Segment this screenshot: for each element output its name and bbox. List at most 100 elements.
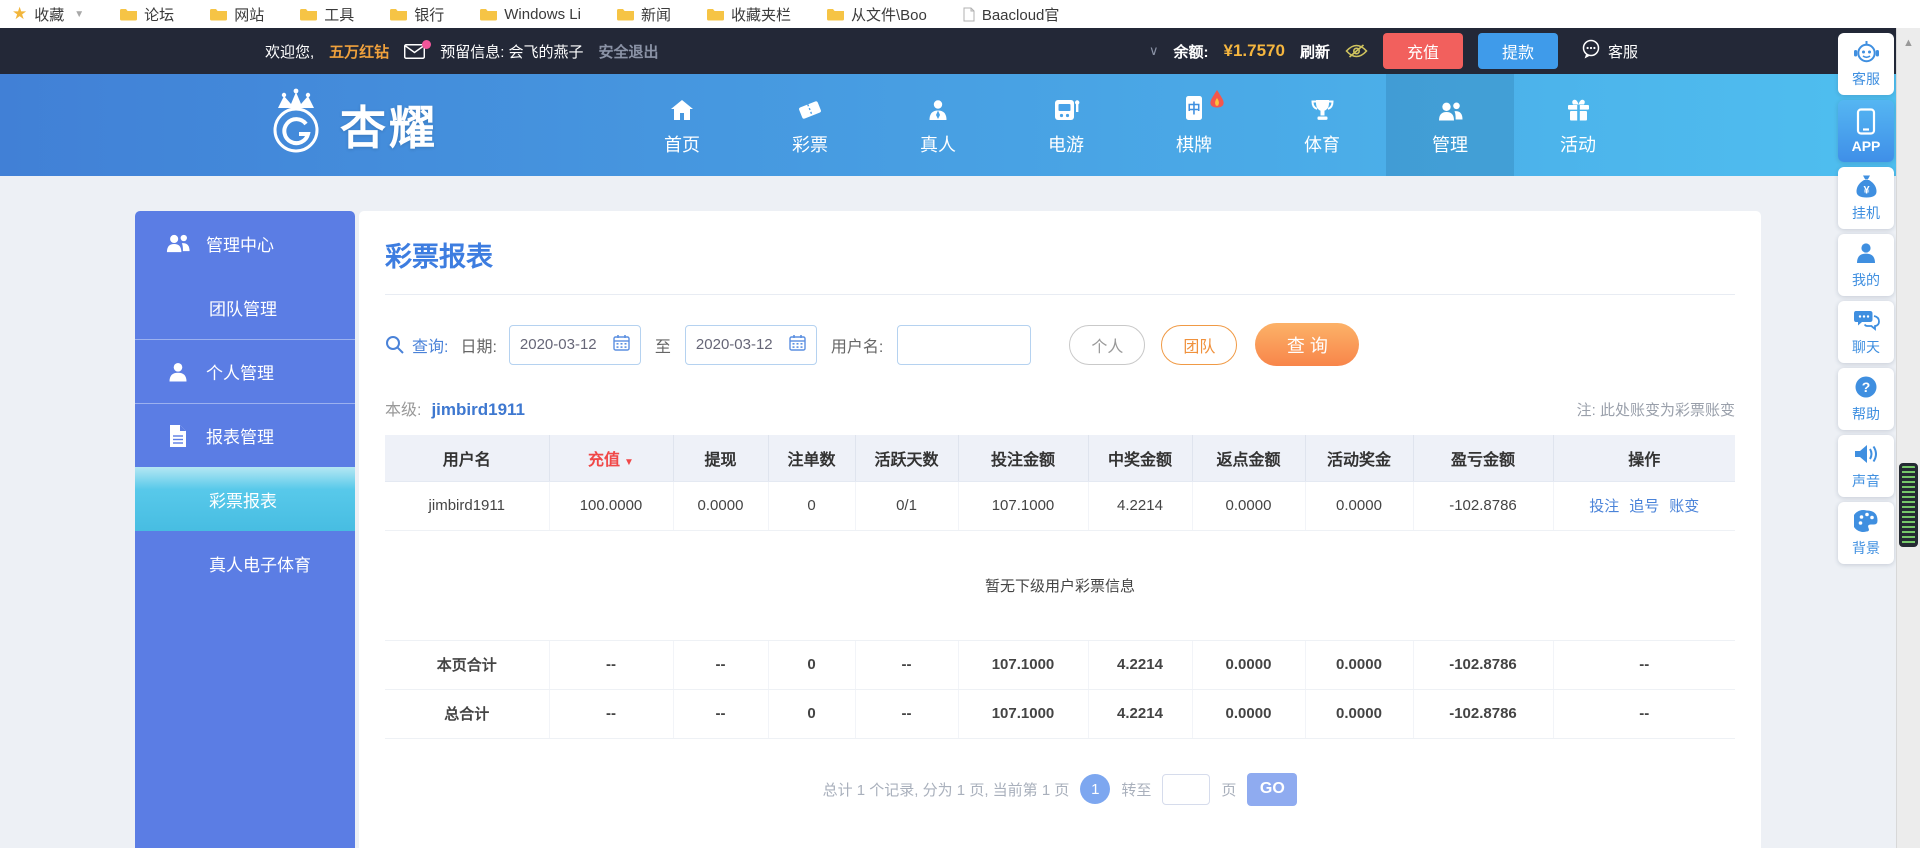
scroll-up-icon[interactable]: ▲ — [1897, 37, 1920, 49]
chevron-down-icon[interactable]: ▼ — [74, 9, 84, 20]
nav-item-board[interactable]: 中棋牌 — [1130, 74, 1258, 176]
phone-icon — [1856, 107, 1876, 135]
table-header-label: 返点金额 — [1216, 451, 1281, 469]
nav-item-sports[interactable]: 体育 — [1258, 74, 1386, 176]
nav-item-egame[interactable]: 电游 — [1002, 74, 1130, 176]
team-icon — [165, 232, 191, 254]
chat-bubble-icon — [1581, 39, 1601, 63]
total-label-cell: 本页合计 — [385, 640, 549, 690]
nav-item-lottery[interactable]: 彩票 — [746, 74, 874, 176]
bookmark-item[interactable]: Windows Li — [480, 6, 581, 23]
table-header-0: 用户名 — [385, 435, 549, 482]
nav-item-home[interactable]: 首页 — [618, 74, 746, 176]
float-button-label: APP — [1851, 138, 1881, 154]
envelope-icon[interactable] — [404, 39, 432, 59]
table-cell: 0 — [767, 689, 855, 739]
table-header-label: 提现 — [704, 451, 737, 469]
customer-service-link[interactable]: 客服 — [1581, 39, 1638, 63]
page-number-button[interactable]: 1 — [1080, 774, 1111, 804]
sidebar-item-team-manage[interactable]: 团队管理 — [135, 275, 355, 339]
eye-slash-icon[interactable] — [1345, 43, 1368, 59]
calendar-icon — [789, 334, 806, 355]
table-cell: 107.1000 — [957, 640, 1088, 690]
nav-item-label: 棋牌 — [1176, 134, 1212, 155]
action-link[interactable]: 追号 — [1629, 498, 1659, 515]
table-cell: 0.0000 — [672, 481, 768, 531]
float-button-mine[interactable]: 我的 — [1838, 234, 1894, 296]
sidebar-item-personal-manage[interactable]: 个人管理 — [135, 339, 355, 403]
bookmark-item[interactable]: 论坛 — [120, 4, 174, 25]
float-button-chat[interactable]: 聊天 — [1838, 301, 1894, 363]
nav-item-label: 真人 — [920, 134, 956, 155]
personal-filter-button[interactable]: 个人 — [1069, 324, 1146, 365]
search-icon — [385, 335, 404, 354]
search-button[interactable]: 查 询 — [1255, 323, 1360, 366]
sidebar-item-label: 彩票报表 — [209, 491, 277, 511]
float-button-label: 帮助 — [1852, 406, 1880, 422]
table-header-4: 活跃天数 — [854, 435, 958, 482]
username-input[interactable] — [897, 324, 1032, 365]
sidebar-item-live-esports[interactable]: 真人电子体育 — [135, 531, 355, 595]
bookmark-item-baacloud[interactable]: Baacloud官 — [963, 4, 1059, 25]
float-button-hangup[interactable]: ¥ 挂机 — [1838, 167, 1894, 229]
goto-page-input[interactable] — [1162, 773, 1211, 805]
table-header-5: 投注金额 — [957, 435, 1088, 482]
table-cell: 0.0000 — [1304, 689, 1413, 739]
bookmark-favorites[interactable]: ★ 收藏 — [12, 4, 64, 25]
recharge-button[interactable]: 充值 — [1382, 33, 1463, 69]
site-logo[interactable]: 杏耀 — [260, 86, 438, 163]
page-title: 彩票报表 — [385, 242, 493, 272]
table-cell: -- — [854, 689, 958, 739]
float-button-service[interactable]: 客服 — [1838, 33, 1894, 95]
balance-value: ¥1.7570 — [1223, 41, 1285, 60]
scrollbar-thumb[interactable] — [1899, 463, 1918, 547]
sidebar-item-report-manage[interactable]: 报表管理 — [135, 403, 355, 467]
withdraw-button[interactable]: 提款 — [1477, 33, 1558, 69]
nav-item-activity[interactable]: 活动 — [1514, 74, 1642, 176]
float-button-app[interactable]: APP — [1838, 100, 1894, 162]
table-header-label: 活动奖金 — [1326, 451, 1391, 469]
logout-link[interactable]: 安全退出 — [599, 41, 659, 62]
go-button[interactable]: GO — [1247, 772, 1298, 806]
table-header-row: 用户名 充值 ▼ 提现 注单数 活跃天数 投注金额 中奖金额 返点金额 活动奖金 盈亏金额 操作 — [385, 435, 1735, 482]
float-button-background[interactable]: 背景 — [1838, 502, 1894, 564]
bookmark-item[interactable]: 从文件\Boo — [826, 4, 927, 25]
bookmark-item[interactable]: 银行 — [390, 4, 444, 25]
date-to-input[interactable]: 2020-03-12 — [684, 324, 817, 365]
table-header-1[interactable]: 充值 ▼ — [548, 435, 673, 482]
team-filter-button[interactable]: 团队 — [1161, 324, 1238, 365]
nav-item-label: 首页 — [664, 134, 700, 155]
table-cell: -- — [548, 689, 673, 739]
action-link[interactable]: 投注 — [1589, 498, 1619, 515]
dealer-icon — [926, 94, 950, 122]
date-from-value: 2020-03-12 — [519, 336, 597, 353]
float-button-help[interactable]: ? 帮助 — [1838, 368, 1894, 430]
refresh-link[interactable]: 刷新 — [1300, 41, 1330, 62]
level-user-link[interactable]: jimbird1911 — [431, 400, 525, 420]
bookmark-item[interactable]: 网站 — [210, 4, 264, 25]
sidebar-item-manage-center[interactable]: 管理中心 — [135, 211, 355, 275]
team-icon — [1437, 94, 1464, 122]
scrollbar[interactable]: ▲ — [1896, 28, 1920, 848]
date-from-input[interactable]: 2020-03-12 — [508, 324, 641, 365]
nav-item-manage[interactable]: 管理 — [1386, 74, 1514, 176]
bookmark-item[interactable]: 收藏夹栏 — [706, 4, 791, 25]
chevron-down-icon[interactable]: ∨ — [1149, 43, 1159, 59]
sidebar-item-lottery-report[interactable]: 彩票报表 — [135, 467, 355, 531]
pagination-summary: 总计 1 个记录, 分为 1 页, 当前第 1 页 — [822, 781, 1070, 799]
nav-item-live[interactable]: 真人 — [874, 74, 1002, 176]
empty-row: 暂无下级用户彩票信息 — [385, 530, 1735, 641]
float-button-sound[interactable]: 声音 — [1838, 435, 1894, 497]
divider — [385, 294, 1735, 295]
service-robot-icon — [1853, 39, 1880, 65]
folder-icon — [210, 8, 228, 21]
user-cell-link[interactable]: jimbird1911 — [385, 481, 549, 531]
action-link[interactable]: 账变 — [1669, 498, 1699, 515]
bookmark-item[interactable]: 新闻 — [616, 4, 671, 25]
table-cell: -- — [548, 640, 673, 690]
bookmark-item[interactable]: 工具 — [300, 4, 354, 25]
report-icon — [165, 424, 191, 448]
table-cell: 4.2214 — [1087, 689, 1192, 739]
folder-icon — [390, 8, 408, 21]
float-button-label: 聊天 — [1852, 339, 1880, 355]
